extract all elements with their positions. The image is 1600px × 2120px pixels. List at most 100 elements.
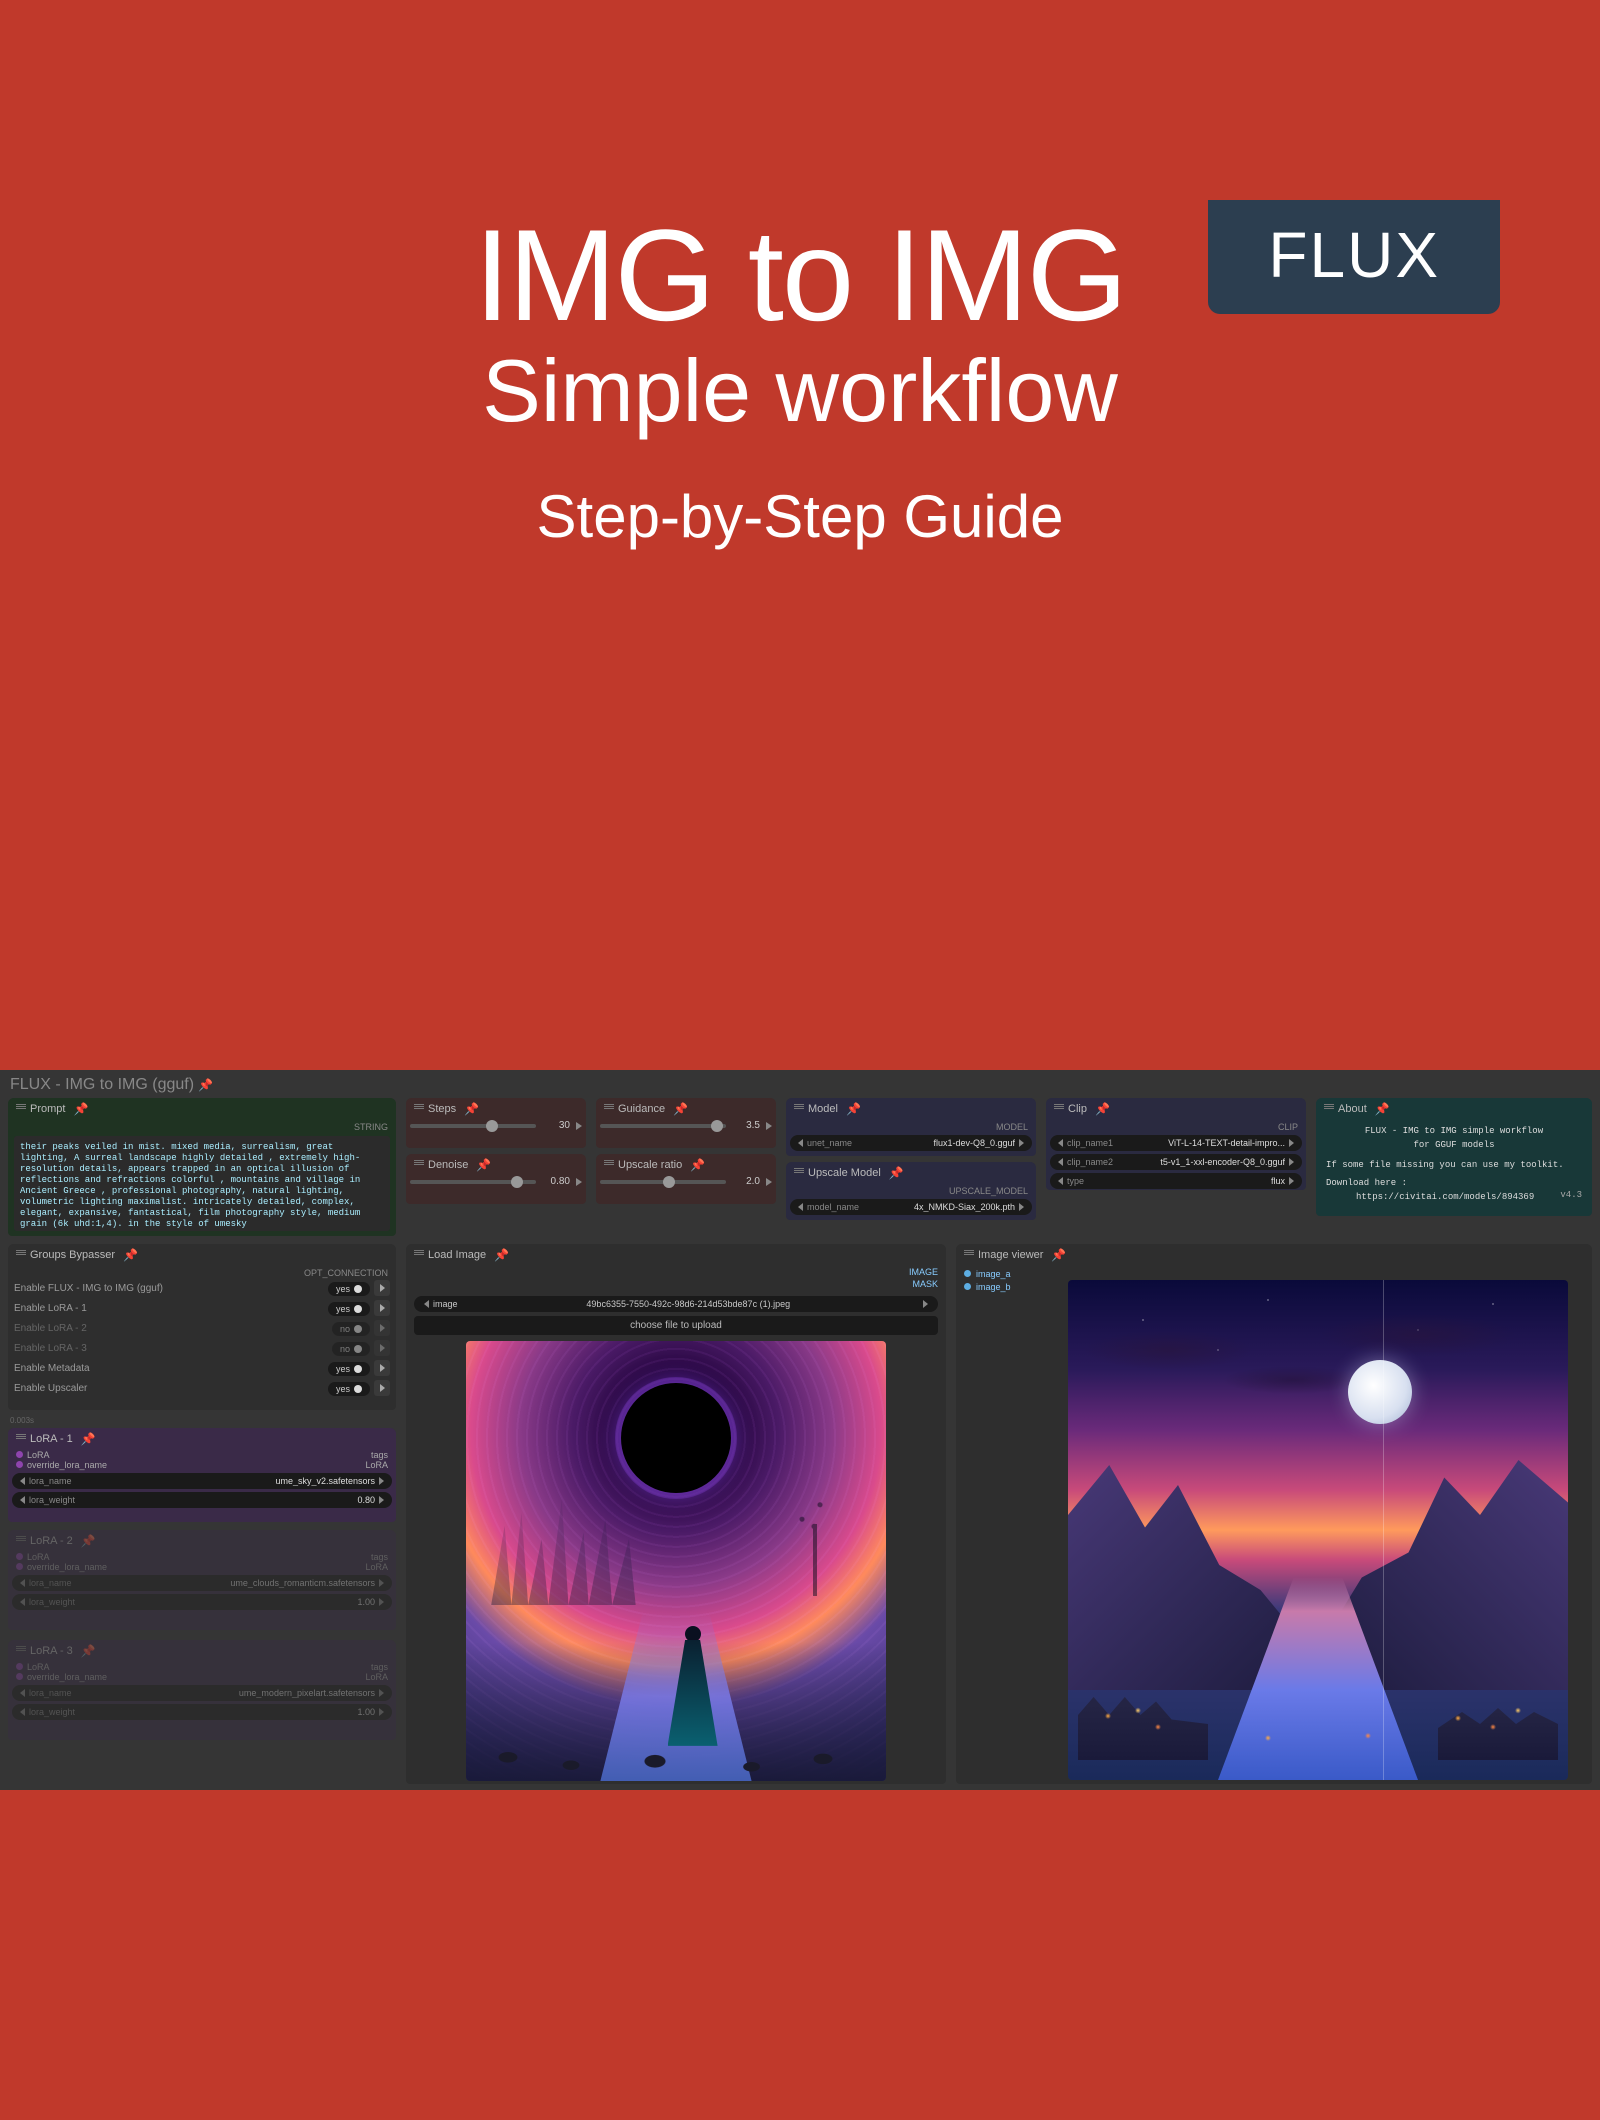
group-toggle-row[interactable]: Enable Metadatayes: [8, 1358, 396, 1378]
arrow-right-icon[interactable]: [374, 1300, 390, 1316]
chevron-right-icon[interactable]: [1289, 1177, 1294, 1185]
socket-icon[interactable]: [16, 1451, 23, 1458]
chevron-left-icon[interactable]: [424, 1300, 429, 1308]
chevron-left-icon[interactable]: [20, 1598, 25, 1606]
socket-icon[interactable]: [16, 1673, 23, 1680]
group-toggle-row[interactable]: Enable LoRA - 1yes: [8, 1298, 396, 1318]
play-icon[interactable]: [766, 1122, 772, 1130]
clip-type-field[interactable]: typeflux: [1050, 1173, 1302, 1189]
chevron-right-icon[interactable]: [1019, 1139, 1024, 1147]
grip-icon[interactable]: [604, 1104, 614, 1114]
chevron-right-icon[interactable]: [923, 1300, 928, 1308]
chevron-right-icon[interactable]: [379, 1598, 384, 1606]
chevron-left-icon[interactable]: [798, 1203, 803, 1211]
node-image-viewer[interactable]: Image viewer📌 image_a image_b: [956, 1244, 1592, 1784]
node-lora-1[interactable]: LoRA - 1📌 LoRAtags override_lora_nameLoR…: [8, 1428, 396, 1522]
chevron-right-icon[interactable]: [379, 1708, 384, 1716]
lora1-name-field[interactable]: lora_nameume_sky_v2.safetensors: [12, 1473, 392, 1489]
chevron-right-icon[interactable]: [1289, 1158, 1294, 1166]
viewer-image[interactable]: [1068, 1280, 1568, 1780]
grip-icon[interactable]: [16, 1434, 26, 1444]
group-toggle-row[interactable]: Enable LoRA - 3no: [8, 1338, 396, 1358]
chevron-right-icon[interactable]: [379, 1579, 384, 1587]
grip-icon[interactable]: [794, 1168, 804, 1178]
grip-icon[interactable]: [1054, 1104, 1064, 1114]
socket-icon[interactable]: [16, 1461, 23, 1468]
grip-icon[interactable]: [16, 1646, 26, 1656]
upmodel-field[interactable]: model_name4x_NMKD-Siax_200k.pth: [790, 1199, 1032, 1215]
load-image-preview[interactable]: [466, 1341, 886, 1781]
node-model[interactable]: Model📌 MODEL unet_nameflux1-dev-Q8_0.ggu…: [786, 1098, 1036, 1156]
socket-icon[interactable]: [16, 1563, 23, 1570]
model-unet-field[interactable]: unet_nameflux1-dev-Q8_0.gguf: [790, 1135, 1032, 1151]
grip-icon[interactable]: [794, 1104, 804, 1114]
lora2-weight-field[interactable]: lora_weight1.00: [12, 1594, 392, 1610]
node-guidance[interactable]: Guidance📌 3.5: [596, 1098, 776, 1148]
chevron-left-icon[interactable]: [20, 1689, 25, 1697]
grip-icon[interactable]: [1324, 1104, 1334, 1114]
chevron-left-icon[interactable]: [20, 1496, 25, 1504]
grip-icon[interactable]: [16, 1250, 26, 1260]
socket-icon[interactable]: [16, 1663, 23, 1670]
arrow-right-icon[interactable]: [374, 1340, 390, 1356]
arrow-right-icon[interactable]: [374, 1280, 390, 1296]
socket-icon[interactable]: [964, 1270, 971, 1277]
lora3-name-field[interactable]: lora_nameume_modern_pixelart.safetensors: [12, 1685, 392, 1701]
workflow-canvas[interactable]: FLUX - IMG to IMG (gguf)📌 Prompt📌 STRING…: [0, 1070, 1600, 1790]
clip-name1-field[interactable]: clip_name1ViT-L-14-TEXT-detail-impro...: [1050, 1135, 1302, 1151]
lora2-name-field[interactable]: lora_nameume_clouds_romanticm.safetensor…: [12, 1575, 392, 1591]
play-icon[interactable]: [576, 1178, 582, 1186]
steps-slider[interactable]: [410, 1124, 536, 1128]
guidance-slider[interactable]: [600, 1124, 726, 1128]
node-load-image[interactable]: Load Image📌 IMAGEMASK image 49bc6355-755…: [406, 1244, 946, 1784]
node-upscale-model[interactable]: Upscale Model📌 UPSCALE_MODEL model_name4…: [786, 1162, 1036, 1220]
chevron-left-icon[interactable]: [20, 1579, 25, 1587]
grip-icon[interactable]: [16, 1104, 26, 1114]
grip-icon[interactable]: [414, 1160, 424, 1170]
chevron-left-icon[interactable]: [1058, 1177, 1063, 1185]
play-icon[interactable]: [766, 1178, 772, 1186]
compare-divider[interactable]: [1383, 1280, 1384, 1780]
node-steps[interactable]: Steps📌 30: [406, 1098, 586, 1148]
chevron-left-icon[interactable]: [20, 1477, 25, 1485]
socket-icon[interactable]: [16, 1553, 23, 1560]
grip-icon[interactable]: [414, 1250, 424, 1260]
grip-icon[interactable]: [964, 1250, 974, 1260]
grip-icon[interactable]: [16, 1536, 26, 1546]
node-upscale-ratio[interactable]: Upscale ratio📌 2.0: [596, 1154, 776, 1204]
lora3-weight-field[interactable]: lora_weight1.00: [12, 1704, 392, 1720]
node-lora-3[interactable]: LoRA - 3📌 LoRAtags override_lora_nameLoR…: [8, 1640, 396, 1740]
grip-icon[interactable]: [604, 1160, 614, 1170]
group-toggle-row[interactable]: Enable FLUX - IMG to IMG (gguf)yes: [8, 1278, 396, 1298]
node-about[interactable]: About📌 FLUX - IMG to IMG simple workflow…: [1316, 1098, 1592, 1216]
node-denoise[interactable]: Denoise📌 0.80: [406, 1154, 586, 1204]
chevron-left-icon[interactable]: [798, 1139, 803, 1147]
chevron-right-icon[interactable]: [379, 1689, 384, 1697]
arrow-right-icon[interactable]: [374, 1320, 390, 1336]
choose-file-button[interactable]: choose file to upload: [414, 1316, 938, 1335]
load-image-filename[interactable]: image 49bc6355-7550-492c-98d6-214d53bde8…: [414, 1296, 938, 1312]
chevron-left-icon[interactable]: [1058, 1158, 1063, 1166]
group-toggle-row[interactable]: Enable Upscaleryes: [8, 1378, 396, 1398]
node-groups-bypasser[interactable]: Groups Bypasser📌 OPT_CONNECTION Enable F…: [8, 1244, 396, 1410]
denoise-slider[interactable]: [410, 1180, 536, 1184]
play-icon[interactable]: [576, 1122, 582, 1130]
arrow-right-icon[interactable]: [374, 1380, 390, 1396]
chevron-right-icon[interactable]: [1289, 1139, 1294, 1147]
arrow-right-icon[interactable]: [374, 1360, 390, 1376]
upratio-slider[interactable]: [600, 1180, 726, 1184]
chevron-left-icon[interactable]: [1058, 1139, 1063, 1147]
chevron-right-icon[interactable]: [1019, 1203, 1024, 1211]
node-prompt[interactable]: Prompt📌 STRING their peaks veiled in mis…: [8, 1098, 396, 1236]
chevron-right-icon[interactable]: [379, 1496, 384, 1504]
chevron-left-icon[interactable]: [20, 1708, 25, 1716]
grip-icon[interactable]: [414, 1104, 424, 1114]
lora1-weight-field[interactable]: lora_weight0.80: [12, 1492, 392, 1508]
node-lora-2[interactable]: LoRA - 2📌 LoRAtags override_lora_nameLoR…: [8, 1530, 396, 1630]
chevron-right-icon[interactable]: [379, 1477, 384, 1485]
node-clip[interactable]: Clip📌 CLIP clip_name1ViT-L-14-TEXT-detai…: [1046, 1098, 1306, 1190]
socket-icon[interactable]: [964, 1283, 971, 1290]
clip-name2-field[interactable]: clip_name2t5-v1_1-xxl-encoder-Q8_0.gguf: [1050, 1154, 1302, 1170]
prompt-text[interactable]: their peaks veiled in mist. mixed media,…: [14, 1136, 390, 1231]
group-toggle-row[interactable]: Enable LoRA - 2no: [8, 1318, 396, 1338]
